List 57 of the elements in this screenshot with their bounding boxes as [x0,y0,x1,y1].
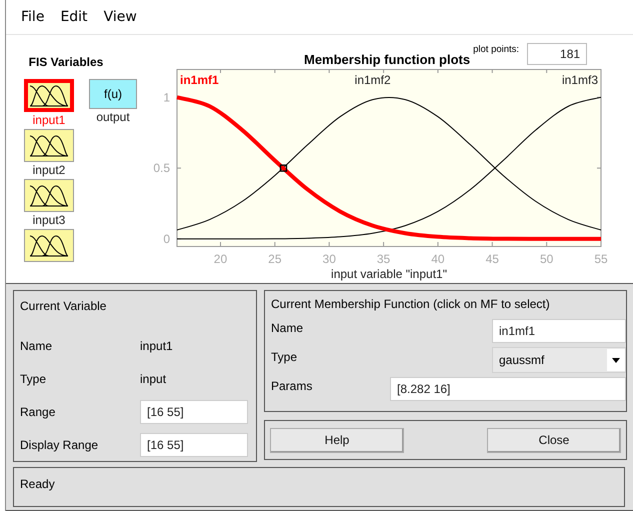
field-label: Type [20,372,48,386]
tick-label: 40 [431,252,445,266]
variable-label: input1 [32,112,66,129]
axis-label: input variable "input1" [331,267,447,281]
field-label: Name [271,320,304,334]
tick-label: 20 [214,252,228,266]
mf-handle[interactable] [280,164,288,172]
curves-icon [29,233,69,258]
input-field[interactable]: [16 55] [140,432,248,456]
curve-label: in1mf1 [180,73,219,87]
menu-item[interactable]: Edit [55,9,99,25]
tick-label: 0 [163,232,170,246]
variable-tile[interactable] [24,79,74,112]
input-field[interactable]: in1mf1 [492,318,626,342]
plot-area[interactable] [176,69,602,247]
field-value: input [140,372,166,386]
caret-icon [607,348,625,370]
field-label: Display Range [20,438,100,452]
variable-label: input2 [32,162,66,179]
curve-label: in1mf3 [562,73,598,87]
type-dropdown[interactable]: gaussmf [492,346,626,372]
curves-icon [29,183,69,208]
tick-label: 30 [322,252,336,266]
tick-label: 35 [376,252,390,266]
tick-label: 0.5 [153,161,170,176]
variable-label: output [96,109,130,126]
variable-tile[interactable] [24,229,74,262]
field-label: Name [20,338,54,352]
field-label: Range [20,404,56,418]
field-label: plot points: [473,44,520,55]
chart-title: Membership function plots [304,52,470,67]
input-field[interactable]: [8.282 16] [390,376,626,400]
field-label: Type [271,350,298,364]
tick-label: 55 [594,252,608,266]
menu-item[interactable]: File [16,9,56,25]
curves-icon [29,83,69,108]
input-field[interactable]: [16 55] [140,400,248,424]
field-label: Params [271,378,312,392]
dialog-button[interactable]: Close [487,428,621,452]
panel-title: FIS Variables [28,55,104,69]
tick-label: 45 [486,252,499,266]
plot-points-field[interactable]: 181 [527,43,588,65]
panel-title: Current Variable [20,299,108,313]
status-bar: Ready [13,467,625,507]
tick-label: 1 [163,90,170,104]
menu-item[interactable]: View [98,9,148,25]
curves-icon [29,133,69,158]
variable-tile[interactable] [24,129,74,162]
dialog-button[interactable]: Help [270,428,404,452]
variable-label: input3 [32,212,66,229]
variable-tile[interactable] [24,179,74,212]
panel-title: Current Membership Function (click on MF to select) [271,297,551,311]
tick-label: 25 [268,252,282,266]
tick-label: 50 [540,252,554,266]
variable-tile[interactable]: f(u) [89,79,137,109]
field-value: input1 [140,338,173,352]
curve-label: in1mf2 [354,73,391,87]
